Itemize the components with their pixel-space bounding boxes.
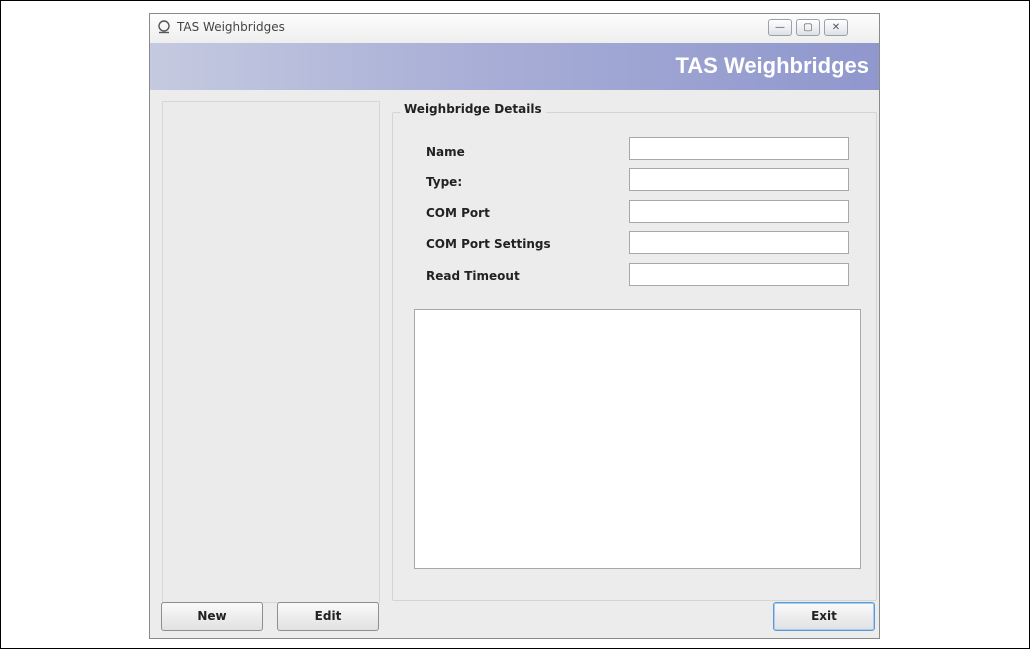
details-text-area[interactable] [414,309,861,569]
app-window: TAS Weighbridges — ▢ ✕ TAS Weighbridges … [149,13,880,639]
title-bar[interactable]: TAS Weighbridges — ▢ ✕ [150,14,879,44]
globe-icon [158,20,170,34]
edit-button[interactable]: Edit [277,602,379,631]
window-title: TAS Weighbridges [177,20,285,34]
exit-button[interactable]: Exit [773,602,875,631]
com-port-settings-label: COM Port Settings [426,237,551,251]
weighbridge-list[interactable] [162,101,380,603]
com-port-label: COM Port [426,206,490,220]
read-timeout-label: Read Timeout [426,269,520,283]
header-banner: TAS Weighbridges [150,43,879,90]
close-button[interactable]: ✕ [824,19,848,36]
read-timeout-input[interactable] [629,263,849,286]
type-input[interactable] [629,168,849,191]
type-label: Type: [426,175,463,189]
new-button[interactable]: New [161,602,263,631]
name-label: Name [426,145,465,159]
screenshot-frame: TAS Weighbridges — ▢ ✕ TAS Weighbridges … [0,0,1030,649]
maximize-icon: ▢ [803,22,813,33]
minimize-icon: — [775,22,785,33]
name-input[interactable] [629,137,849,160]
details-group-title: Weighbridge Details [400,102,546,116]
banner-title: TAS Weighbridges [675,53,869,78]
maximize-button[interactable]: ▢ [796,19,820,36]
close-icon: ✕ [831,22,841,33]
com-port-settings-input[interactable] [629,231,849,254]
minimize-button[interactable]: — [768,19,792,36]
com-port-input[interactable] [629,200,849,223]
